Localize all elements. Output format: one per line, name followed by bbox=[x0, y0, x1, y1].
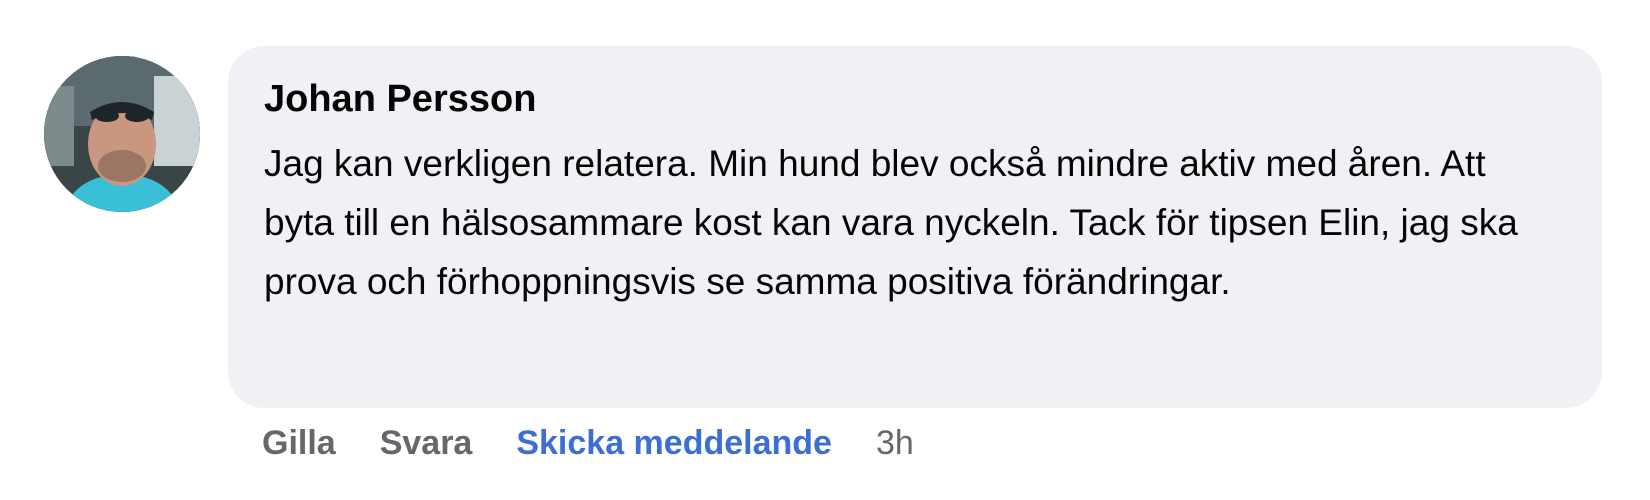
comment-actions: Gilla Svara Skicka meddelande 3h bbox=[262, 418, 914, 468]
like-button[interactable]: Gilla bbox=[262, 424, 336, 463]
reply-button[interactable]: Svara bbox=[380, 424, 473, 463]
comment-text: Jag kan verkligen relatera. Min hund ble… bbox=[264, 143, 1518, 302]
comment-author-name[interactable]: Johan Persson bbox=[264, 74, 1566, 124]
avatar-photo-icon bbox=[44, 56, 200, 212]
author-avatar[interactable] bbox=[44, 56, 200, 212]
send-message-button[interactable]: Skicka meddelande bbox=[516, 424, 832, 463]
comment-bubble: Johan Persson Jag kan verkligen relatera… bbox=[228, 46, 1602, 408]
comment-timestamp[interactable]: 3h bbox=[876, 424, 914, 463]
